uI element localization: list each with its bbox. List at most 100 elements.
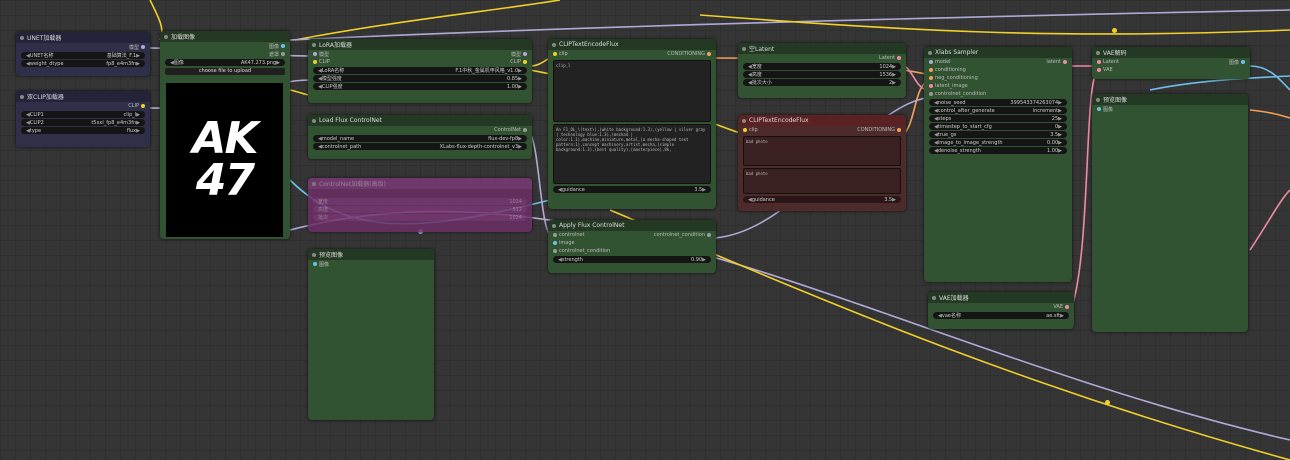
input-slot-clip[interactable] [313,60,317,64]
output-slot[interactable] [141,45,145,49]
reroute-yellow[interactable] [1105,400,1110,405]
output-slot[interactable] [141,104,145,108]
collapse-dot-icon[interactable] [1096,50,1100,55]
widget-guidance[interactable]: ◀ guidance 3.5 ▶ [743,196,901,203]
widget-model-name[interactable]: ◀ model_name flux-dev-fp8 ▶ [313,135,527,142]
collapse-dot-icon[interactable] [20,94,24,99]
arrow-right-icon[interactable]: ▶ [892,64,896,70]
widget-timestep-to-start-cfg[interactable]: ◀ timestep_to_start_cfg 0 ▶ [929,123,1067,130]
arrow-right-icon[interactable]: ▶ [518,76,522,82]
input-slot-model[interactable] [929,60,933,64]
reroute-yellow-top[interactable] [1112,28,1117,33]
input-slot-neg-conditioning[interactable] [929,76,933,80]
node-load-flux-controlnet[interactable]: Load Flux ControlNet ControlNet ◀ model_n… [308,115,532,159]
widget-steps[interactable]: ◀ steps 25 ▶ [929,115,1067,122]
arrow-right-icon[interactable]: ▶ [276,60,280,66]
output-slot-latent[interactable] [897,56,901,60]
node-vae-decode[interactable]: VAE解码 Latent 图像 VAE [1092,47,1250,79]
collapse-dot-icon[interactable] [312,181,316,186]
arrow-right-icon[interactable]: ▶ [892,72,896,78]
muted-widget[interactable]: 高度 512 [313,206,527,213]
collapse-dot-icon[interactable] [312,118,316,123]
node-empty-latent[interactable]: 空Latent Latent ◀ 宽度 1024 ▶ ◀ 高度 1536 ▶ ◀ 批次大小 2 ▶ [738,43,906,98]
arrow-right-icon[interactable]: ▶ [1058,124,1062,130]
arrow-right-icon[interactable]: ▶ [518,68,522,74]
widget-strength-clip[interactable]: ◀ CLIP强度 1.00 ▶ [313,83,527,90]
output-slot-condition[interactable] [707,233,711,237]
widget-image[interactable]: ◀ 图像 AK47.273.png ▶ [165,59,285,66]
node-vae-loader[interactable]: VAE加载器 VAE ◀ vae名称 ae.sft ▶ [928,292,1074,329]
collapse-dot-icon[interactable] [20,35,24,40]
arrow-right-icon[interactable]: ▶ [136,61,140,67]
textarea-clip-l[interactable]: bad photo [743,136,901,166]
arrow-right-icon[interactable]: ▶ [1058,132,1062,138]
widget-denoise-strength[interactable]: ◀ denoise_strength 1.00 ▶ [929,147,1067,154]
widget-weight-dtype[interactable]: ◀ weight_dtype fp8_e4m3fn ▶ [21,60,145,67]
textarea-t5xxl[interactable]: bad photo [743,168,901,194]
output-slot-mask[interactable] [281,52,285,56]
widget-image-to-image-strength[interactable]: ◀ image_to_image_strength 0.00 ▶ [929,139,1067,146]
widget-strength-model[interactable]: ◀ 模型强度 0.85 ▶ [313,75,527,82]
input-slot-image[interactable] [553,241,557,245]
node-load-image[interactable]: 加载图像 图像 遮罩 ◀ 图像 AK47.273.png ▶ choose file … [160,31,290,239]
node-apply-flux-controlnet[interactable]: Apply Flux ControlNet controlnet controln… [548,220,716,273]
widget-true-gs[interactable]: ◀ true_gs 3.5 ▶ [929,131,1067,138]
arrow-right-icon[interactable]: ▶ [1058,148,1062,154]
arrow-right-icon[interactable]: ▶ [1060,313,1064,319]
arrow-right-icon[interactable]: ▶ [702,257,706,263]
collapse-dot-icon[interactable] [552,42,556,47]
output-slot-clip[interactable] [523,60,527,64]
arrow-right-icon[interactable]: ▶ [518,144,522,150]
output-slot-image[interactable] [281,44,285,48]
input-slot-clip[interactable] [553,52,557,56]
output-slot-conditioning[interactable] [707,52,711,56]
input-slot-latent-image[interactable] [929,84,933,88]
textarea-t5xxl[interactable]: An F1_OL_\(text\),(white background:1.3)… [553,124,711,184]
widget-strength[interactable]: ◀ strength 0.90 ▶ [553,256,711,263]
input-slot-conditioning[interactable] [929,68,933,72]
arrow-right-icon[interactable]: ▶ [1058,116,1062,122]
muted-widget[interactable]: 宽度 1024 [313,198,527,205]
node-muted-bypassed[interactable]: ControlNet加载器(高级) 宽度 1024 高度 512 批次 1024 [308,178,532,232]
node-xlabs-sampler[interactable]: Xlabs Sampler model latent conditioning n… [924,47,1072,282]
output-slot-latent[interactable] [1063,60,1067,64]
widget-vae-name[interactable]: ◀ vae名称 ae.sft ▶ [933,312,1069,319]
collapse-dot-icon[interactable] [312,42,316,47]
input-slot-controlnet-condition[interactable] [929,92,933,96]
output-slot[interactable] [523,128,527,132]
collapse-dot-icon[interactable] [928,50,932,55]
widget-guidance[interactable]: ◀ guidance 3.5 ▶ [553,186,711,193]
node-unet-loader[interactable]: UNET加载器 模型 ◀ UNET名称 基础算法_F.1 ▶ ◀ weight_dtyp… [16,32,150,76]
muted-widget[interactable]: 批次 1024 [313,214,527,221]
arrow-right-icon[interactable]: ▶ [518,136,522,142]
output-slot-vae[interactable] [1065,305,1069,309]
collapse-dot-icon[interactable] [164,34,168,39]
node-clip-text-encode-negative[interactable]: CLIPTextEncodeFlux clip CONDITIONING bad … [738,115,906,211]
widget-width[interactable]: ◀ 宽度 1024 ▶ [743,63,901,70]
widget-controlnet-path[interactable]: ◀ controlnet_path XLabs-flux-depth-control… [313,143,527,150]
widget-control-after-generate[interactable]: ◀ control_after_generate increment ▶ [929,107,1067,114]
collapse-dot-icon[interactable] [312,252,316,257]
arrow-right-icon[interactable]: ▶ [1058,108,1062,114]
input-slot-vae[interactable] [1097,68,1101,72]
node-preview-image-2[interactable]: 预览图像 图像 [1092,94,1248,332]
textarea-clip-l[interactable]: clip_l [553,60,711,122]
arrow-right-icon[interactable]: ▶ [702,187,706,193]
widget-type[interactable]: ◀ type flux ▶ [21,127,145,134]
arrow-right-icon[interactable]: ▶ [892,80,896,86]
arrow-right-icon[interactable]: ▶ [518,84,522,90]
output-slot-conditioning[interactable] [897,128,901,132]
input-slot-latent[interactable] [1097,60,1101,64]
input-slot-model[interactable] [313,52,317,56]
collapse-dot-icon[interactable] [1096,97,1100,102]
arrow-right-icon[interactable]: ▶ [136,112,140,118]
upload-button[interactable]: choose file to upload [165,68,285,75]
arrow-right-icon[interactable]: ▶ [892,197,896,203]
widget-unet-name[interactable]: ◀ UNET名称 基础算法_F.1 ▶ [21,52,145,59]
widget-height[interactable]: ◀ 高度 1536 ▶ [743,71,901,78]
widget-clip1[interactable]: ◀ CLIP1 clip_l ▶ [21,111,145,118]
input-slot-clip[interactable] [743,128,747,132]
arrow-right-icon[interactable]: ▶ [136,120,140,126]
node-lora-loader[interactable]: LoRA加载器 模型 模型 CLIP CLIP ◀ LoRA名称 F.1中秋_金属机甲风… [308,39,532,103]
input-slot-controlnet[interactable] [553,233,557,237]
